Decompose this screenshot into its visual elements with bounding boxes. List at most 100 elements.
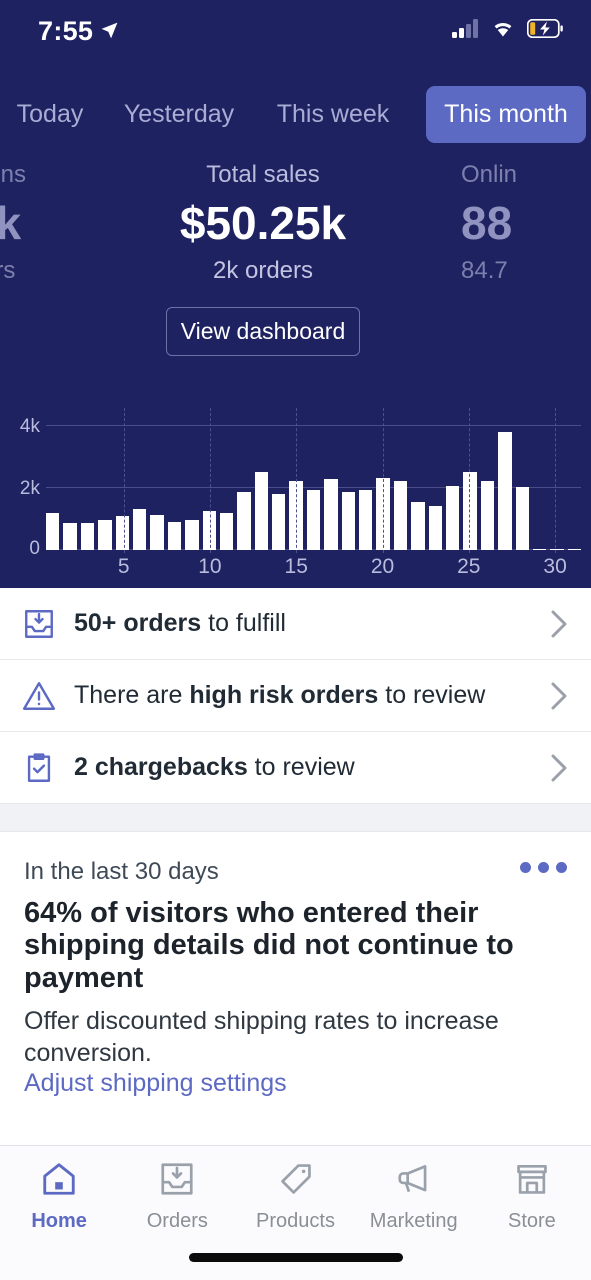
metric-card-label: Onlin [461, 161, 518, 188]
bar [532, 548, 547, 550]
bar [219, 513, 234, 550]
insight-card: In the last 30 days 64% of visitors who … [0, 832, 591, 1126]
bar [63, 523, 77, 550]
action-strong: 2 chargebacks [74, 753, 248, 781]
bar [463, 471, 477, 550]
action-strong: high risk orders [189, 681, 379, 709]
metric-card-value: 88 [461, 197, 513, 249]
home-indicator [188, 1253, 403, 1262]
sales-bar-chart: 4k 2k 0 5 10 15 20 25 30 [0, 400, 591, 585]
bar [411, 501, 425, 550]
x-axis-tick-20: 20 [370, 555, 395, 578]
bar [306, 490, 321, 550]
metric-card-label: sions [0, 161, 27, 188]
action-suffix: to fulfill [201, 609, 286, 637]
bar [272, 494, 286, 550]
metric-card-value: 3k [0, 197, 22, 249]
orders-inbox-icon [22, 607, 74, 641]
x-axis-tick-5: 5 [117, 555, 130, 578]
bar [150, 514, 164, 550]
bottom-tab-bar: Home Orders Products Marketing Store [0, 1145, 591, 1280]
x-axis-tick-10: 10 [198, 555, 222, 578]
range-tab-yesterday[interactable]: Yesterday [104, 101, 254, 127]
tab-marketing[interactable]: Marketing [355, 1160, 473, 1233]
chevron-right-icon[interactable] [541, 681, 569, 711]
status-bar: 7:55 [0, 0, 591, 62]
bar [132, 508, 147, 550]
bar [498, 431, 512, 550]
dot [520, 862, 531, 873]
status-indicators [452, 18, 563, 43]
total-sales-orders: 2k orders [212, 257, 314, 285]
metric-card-online-store[interactable]: Onlin 88 84.7 [461, 160, 556, 285]
tab-products[interactable]: Products [236, 1160, 354, 1233]
x-axis-tick-25: 25 [457, 555, 481, 578]
vertical-gridline-30 [555, 408, 557, 553]
bar [254, 471, 269, 550]
chevron-right-icon[interactable] [541, 753, 569, 783]
dashboard-header: 7:55 Today Yesterday This week This mont… [0, 0, 591, 588]
clipboard-check-icon [22, 751, 74, 785]
x-axis-labels: 5 10 15 20 25 30 [46, 555, 581, 585]
action-row-label: 2 chargebacks to review [74, 753, 541, 782]
bar [428, 505, 442, 550]
section-divider [0, 804, 591, 832]
bar [550, 548, 564, 550]
insight-body: Offer discounted shipping rates to incre… [24, 1007, 499, 1067]
battery-charging-icon [526, 18, 563, 43]
vertical-gridline-20 [382, 408, 384, 553]
action-suffix: to review [378, 681, 486, 709]
action-strong: 50+ orders [74, 609, 202, 637]
vertical-gridline-25 [468, 408, 470, 553]
metric-card-sub: itors [0, 257, 16, 285]
vertical-gridline-15 [296, 408, 298, 553]
tab-label: Store [508, 1210, 556, 1232]
range-tab-this-week[interactable]: This week [254, 101, 412, 127]
warning-triangle-icon [22, 679, 74, 713]
y-axis-tick-2k: 2k [19, 478, 40, 499]
dot [556, 862, 567, 873]
bar [359, 490, 373, 550]
bar [46, 513, 60, 550]
bar [567, 548, 582, 550]
more-options-icon[interactable] [520, 862, 567, 873]
bar-series [46, 420, 582, 550]
tab-home[interactable]: Home [0, 1160, 118, 1233]
x-axis-tick-30: 30 [543, 555, 567, 578]
vertical-gridline-5 [123, 408, 125, 553]
chevron-right-icon[interactable] [541, 609, 569, 639]
insight-title: 64% of visitors who entered their shippi… [24, 896, 514, 994]
tab-label: Home [31, 1210, 87, 1232]
bar [324, 479, 338, 550]
total-sales-label: Total sales [206, 161, 320, 188]
range-tab-bar: Today Yesterday This week This month [0, 78, 591, 150]
insight-kicker: In the last 30 days [24, 858, 219, 885]
action-row-orders-to-fulfill[interactable]: 50+ orders to fulfill [0, 588, 591, 660]
action-row-high-risk-orders[interactable]: There are high risk orders to review [0, 660, 591, 732]
tab-label: Orders [146, 1210, 208, 1232]
bar [167, 521, 182, 550]
view-dashboard-button[interactable]: View dashboard [166, 307, 360, 357]
action-row-chargebacks[interactable]: 2 chargebacks to review [0, 732, 591, 804]
cellular-signal-icon [452, 19, 479, 43]
home-icon [40, 1160, 78, 1203]
status-time: 7:55 [38, 15, 94, 46]
metric-card-sub: 84.7 [461, 257, 508, 285]
dot [538, 862, 549, 873]
location-arrow-icon [100, 16, 119, 47]
y-axis-tick-0: 0 [29, 538, 40, 559]
tag-icon [277, 1160, 315, 1203]
bar [515, 487, 529, 550]
tab-orders[interactable]: Orders [118, 1160, 236, 1233]
action-list: 50+ orders to fulfill There are high ris… [0, 588, 591, 804]
adjust-shipping-settings-link[interactable]: Adjust shipping settings [24, 1069, 287, 1098]
range-tab-this-month[interactable]: This month [426, 85, 586, 143]
bar [480, 480, 495, 550]
x-axis-tick-15: 15 [284, 555, 308, 578]
megaphone-icon [395, 1160, 433, 1203]
action-suffix: to review [247, 753, 355, 781]
tab-label: Products [256, 1210, 335, 1232]
range-tab-today[interactable]: Today [0, 101, 104, 127]
metric-card-sessions[interactable]: sions 3k itors [0, 160, 65, 285]
tab-store[interactable]: Store [473, 1160, 591, 1233]
